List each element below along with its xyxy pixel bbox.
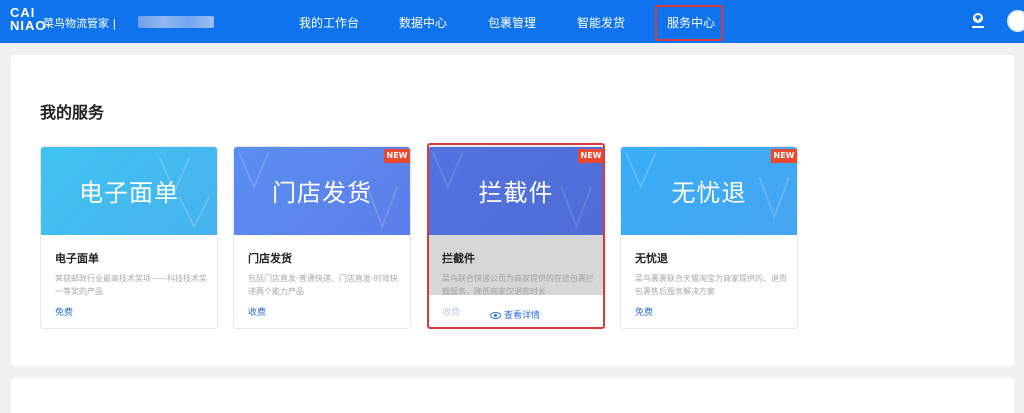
- new-badge: NEW: [771, 149, 797, 163]
- nav-active-highlight: [655, 5, 723, 41]
- nav-data-center[interactable]: 数据中心: [399, 14, 447, 30]
- page-title: 我的服务: [40, 103, 105, 122]
- service-card-electronic-waybill[interactable]: 电子面单 电子面单 荣获邮政行业最高技术奖项——科技技术奖一等奖的产品 免费: [40, 146, 218, 329]
- card-banner-text: 无忧退: [671, 179, 747, 207]
- nav-workbench[interactable]: 我的工作台: [299, 14, 359, 30]
- location-icon[interactable]: [970, 12, 986, 30]
- new-badge: NEW: [384, 149, 410, 163]
- nav-smart-shipping[interactable]: 智能发货: [577, 14, 625, 30]
- card-title: 电子面单: [55, 252, 99, 265]
- secondary-panel: [11, 378, 1014, 413]
- card-price: 收费: [248, 308, 267, 318]
- card-price: 免费: [55, 308, 74, 318]
- card-title: 无忧退: [635, 252, 668, 265]
- avatar[interactable]: [1007, 10, 1024, 32]
- card-highlight-box: [427, 143, 605, 329]
- card-title: 门店发货: [248, 252, 292, 265]
- card-banner-text: 门店发货: [272, 179, 372, 207]
- logo-text: 菜鸟物流管家 |: [43, 17, 117, 30]
- card-banner: 无忧退 NEW: [621, 147, 797, 235]
- card-banner-text: 电子面单: [79, 179, 179, 207]
- top-navigation-bar: CAI NIAO 菜鸟物流管家 | 我的工作台 数据中心 包裹管理 智能发货 服…: [0, 0, 1024, 43]
- cainiao-logo[interactable]: CAI NIAO 菜鸟物流管家 |: [10, 5, 140, 39]
- card-banner: 门店发货 NEW: [234, 147, 410, 235]
- service-card-store-shipping[interactable]: 门店发货 NEW 门店发货 包括门店直发-普通快递、门店直发-时效快递两个能力产…: [233, 146, 411, 329]
- card-description: 菜鸟裹裹联合天猫淘宝为商家提供的、退货包裹售后服务解决方案: [635, 274, 787, 296]
- nav-package-management[interactable]: 包裹管理: [488, 14, 536, 30]
- service-card-worry-free-return[interactable]: 无忧退 NEW 无忧退 菜鸟裹裹联合天猫淘宝为商家提供的、退货包裹售后服务解决方…: [620, 146, 798, 329]
- blurred-account-name: [138, 16, 214, 28]
- card-price: 免费: [635, 308, 654, 318]
- logo-mark: CAI NIAO: [10, 5, 47, 33]
- card-banner: 电子面单: [41, 147, 217, 235]
- card-description: 包括门店直发-普通快递、门店直发-时效快递两个能力产品: [248, 274, 398, 296]
- card-description: 荣获邮政行业最高技术奖项——科技技术奖一等奖的产品: [55, 274, 207, 296]
